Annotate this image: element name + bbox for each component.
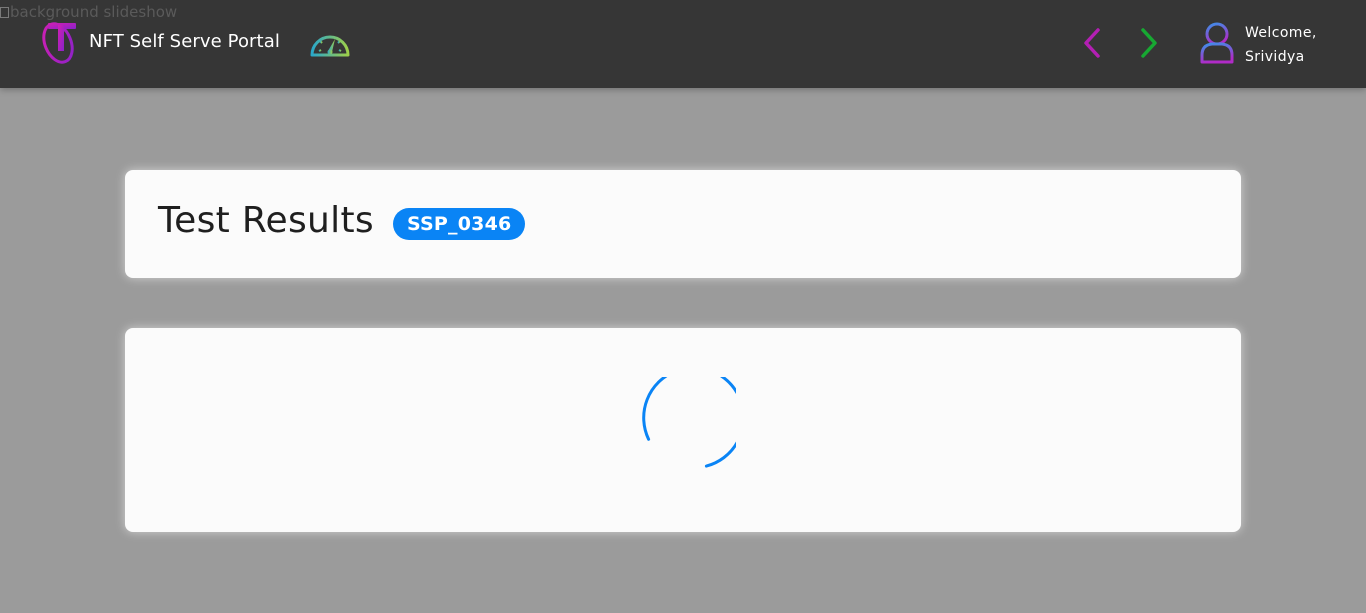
- app-title[interactable]: NFT Self Serve Portal: [89, 31, 280, 52]
- top-navigation-bar: NFT Self Serve Portal Welcome, Srividya: [0, 0, 1366, 88]
- telstra-logo-icon[interactable]: [40, 19, 80, 65]
- loading-spinner-icon: [632, 366, 746, 481]
- broken-image-icon: [0, 6, 9, 18]
- chevron-left-icon: [1084, 28, 1100, 58]
- speedometer-icon[interactable]: [308, 27, 352, 61]
- background-slideshow-image: background slideshow: [0, 3, 177, 21]
- test-results-content-card: [125, 328, 1241, 532]
- welcome-greeting: Welcome,: [1245, 25, 1317, 41]
- welcome-message: Welcome, Srividya: [1245, 21, 1317, 69]
- user-name: Srividya: [1245, 49, 1305, 65]
- user-icon[interactable]: [1198, 21, 1236, 65]
- chevron-right-icon: [1141, 28, 1157, 58]
- ssp-id-badge: SSP_0346: [393, 208, 526, 240]
- page-title: Test Results: [158, 200, 374, 241]
- test-results-header-card: Test Results SSP_0346: [125, 170, 1241, 278]
- back-button[interactable]: [1078, 26, 1106, 60]
- background-alt-text: background slideshow: [10, 3, 178, 21]
- forward-button[interactable]: [1135, 26, 1163, 60]
